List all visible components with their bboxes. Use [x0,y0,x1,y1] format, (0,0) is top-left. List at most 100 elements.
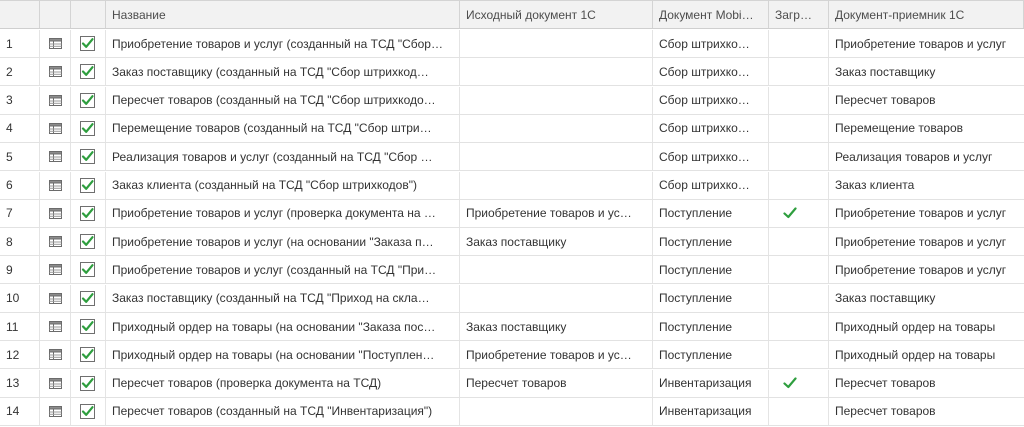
row-name: Пересчет товаров (созданный на ТСД "Инве… [106,397,460,425]
checkbox-checked-icon[interactable] [80,290,95,306]
header-mobile[interactable]: Документ Mobi… [653,1,769,28]
row-number: 9 [0,256,40,284]
header-target-label: Документ-приемник 1С [835,7,965,22]
row-check-cell [71,284,106,312]
row-icon-cell [40,284,71,312]
row-source [460,397,653,425]
header-icon[interactable] [40,1,71,28]
checkbox-checked-icon[interactable] [80,36,95,51]
row-icon-cell [40,171,71,199]
row-icon-cell [40,397,71,425]
table-row[interactable]: 12 Приходный ордер на товары (на основан… [0,341,1024,370]
row-loaded [769,256,829,284]
row-number: 6 [0,171,40,199]
row-number: 12 [0,341,40,369]
header-target[interactable]: Документ-приемник 1С [829,1,1024,28]
row-check-cell [71,171,106,199]
row-mobile: Инвентаризация [653,369,769,397]
table-row[interactable]: 3 Пересчет товаров (созданный на ТСД "Сб… [0,86,1024,115]
row-check-cell [71,369,106,397]
row-mobile: Сбор штрихко… [653,30,769,57]
row-target: Заказ поставщику [835,64,936,79]
row-name: Заказ поставщику (созданный на ТСД "Сбор… [106,58,460,86]
row-target: Реализация товаров и услуг [835,149,993,164]
row-loaded [769,30,829,57]
checkbox-checked-icon[interactable] [80,64,95,80]
row-mobile: Инвентаризация [653,397,769,425]
row-number: 7 [0,199,40,227]
checkbox-checked-icon[interactable] [80,319,95,334]
row-number: 14 [0,397,40,425]
row-loaded [769,284,829,312]
row-number: 3 [0,86,40,114]
row-target: Пересчет товаров [835,93,936,108]
checkbox-checked-icon[interactable] [80,262,95,278]
row-name: Пересчет товаров (проверка документа на … [106,369,460,397]
row-loaded [769,199,829,227]
row-source [460,256,653,284]
row-source: Пересчет товаров [460,369,653,397]
checkbox-checked-icon[interactable] [80,205,95,221]
row-mobile: Поступление [653,313,769,340]
row-target: Приходный ордер на товары [835,347,996,362]
row-loaded [769,114,829,142]
header-check[interactable] [71,1,106,28]
row-mobile: Поступление [653,341,769,369]
checkbox-checked-icon[interactable] [80,120,95,136]
row-check-cell [71,86,106,114]
header-source-label: Исходный документ 1С [466,7,596,22]
checkbox-checked-icon[interactable] [80,234,95,250]
row-check-cell [71,114,106,142]
table-row[interactable]: 2 Заказ поставщику (созданный на ТСД "Сб… [0,58,1024,87]
table-icon [48,236,62,248]
row-mobile: Сбор штрихко… [653,86,769,114]
table-row[interactable]: 4 Перемещение товаров (созданный на ТСД … [0,114,1024,143]
header-num[interactable] [0,1,40,28]
row-name: Приобретение товаров и услуг (созданный … [106,256,460,284]
row-mobile: Поступление [653,228,769,256]
row-number: 8 [0,228,40,256]
header-mobile-label: Документ Mobi… [659,7,754,22]
table-icon [48,264,62,276]
row-number: 1 [0,30,40,57]
row-check-cell [71,341,106,369]
table-icon [48,151,62,163]
row-mobile: Сбор штрихко… [653,114,769,142]
row-loaded [769,397,829,425]
row-name: Заказ клиента (созданный на ТСД "Сбор шт… [106,171,460,199]
table-row[interactable]: 5 Реализация товаров и услуг (созданный … [0,143,1024,172]
header-name[interactable]: Название [106,1,460,28]
row-loaded [769,58,829,86]
table-row[interactable]: 14 Пересчет товаров (созданный на ТСД "И… [0,397,1024,426]
table-icon [48,405,62,417]
row-loaded [769,313,829,340]
checkmark-icon [783,377,797,389]
table-row[interactable]: 10 Заказ поставщику (созданный на ТСД "П… [0,284,1024,313]
table-row[interactable]: 13 Пересчет товаров (проверка документа … [0,369,1024,398]
row-number: 10 [0,284,40,312]
checkbox-checked-icon[interactable] [80,403,95,419]
table-row[interactable]: 1 Приобретение товаров и услуг (созданны… [0,30,1024,58]
row-loaded [769,143,829,171]
table-row[interactable]: 9 Приобретение товаров и услуг (созданны… [0,256,1024,285]
header-loaded[interactable]: Загр… [769,1,829,28]
table-row[interactable]: 6 Заказ клиента (созданный на ТСД "Сбор … [0,171,1024,200]
checkbox-checked-icon[interactable] [80,92,95,108]
checkbox-checked-icon[interactable] [80,177,95,193]
row-loaded [769,171,829,199]
row-source: Приобретение товаров и ус… [460,341,653,369]
row-name: Пересчет товаров (созданный на ТСД "Сбор… [106,86,460,114]
table-row[interactable]: 11 Приходный ордер на товары (на основан… [0,313,1024,341]
row-loaded [769,86,829,114]
table-row[interactable]: 7 Приобретение товаров и услуг (проверка… [0,199,1024,228]
table-icon [48,207,62,219]
row-icon-cell [40,199,71,227]
header-name-label: Название [112,7,166,22]
row-source: Приобретение товаров и ус… [460,199,653,227]
header-source[interactable]: Исходный документ 1С [460,1,653,28]
checkbox-checked-icon[interactable] [80,375,95,391]
table-row[interactable]: 8 Приобретение товаров и услуг (на основ… [0,228,1024,257]
row-name: Приобретение товаров и услуг (созданный … [106,30,460,57]
checkbox-checked-icon[interactable] [80,347,95,363]
checkbox-checked-icon[interactable] [80,149,95,165]
